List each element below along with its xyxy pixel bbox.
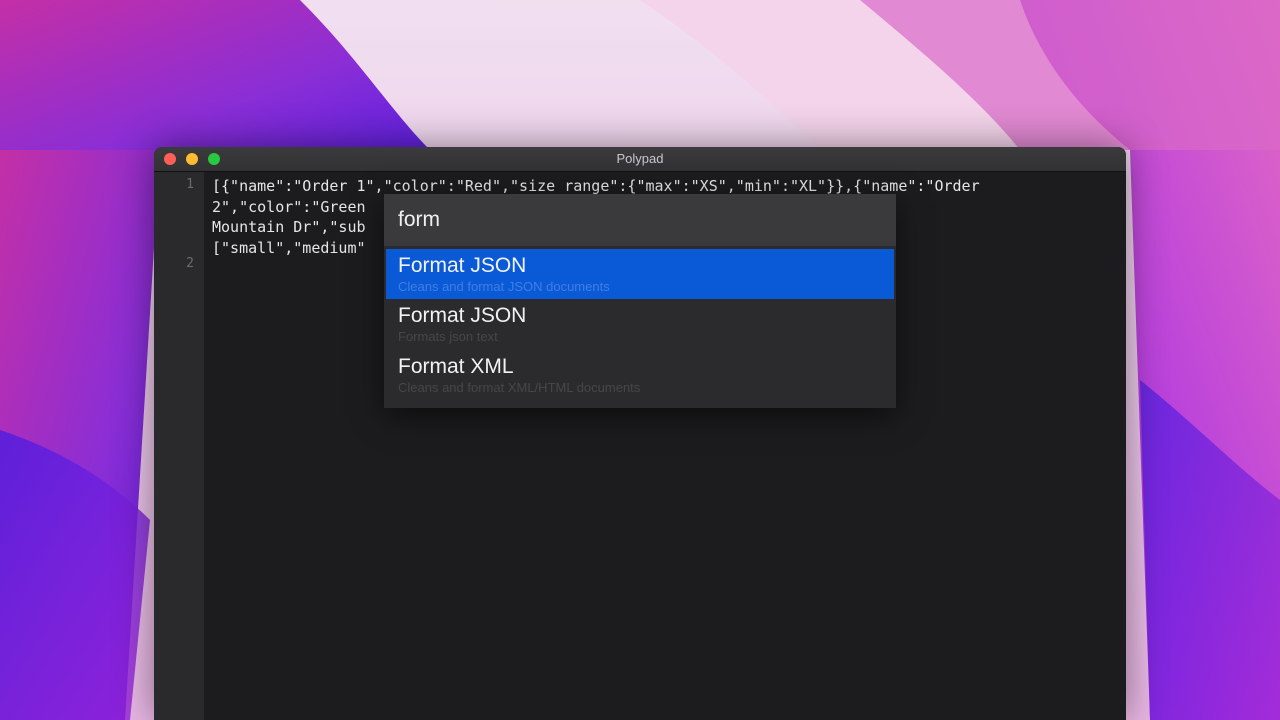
command-result-description: Cleans and format XML/HTML documents xyxy=(398,380,641,395)
line-number: 1 xyxy=(186,177,194,192)
command-result-description: Cleans and format JSON documents xyxy=(398,279,610,294)
line-number: 2 xyxy=(186,256,194,271)
command-result-title: Format XML xyxy=(398,355,514,378)
command-result-title: Format JSON xyxy=(398,254,527,277)
command-result-description: Formats json text xyxy=(398,329,498,344)
command-result-format-json[interactable]: Format JSON Cleans and format JSON docum… xyxy=(386,249,894,299)
command-result-format-json-text[interactable]: Format JSON Formats json text xyxy=(386,299,894,349)
title-bar[interactable]: Polypad xyxy=(154,147,1126,172)
line-number-gutter: 1 2 xyxy=(154,172,204,720)
window-title: Polypad xyxy=(616,151,664,166)
command-search-input[interactable] xyxy=(384,194,896,246)
command-palette: Format JSON Cleans and format JSON docum… xyxy=(384,194,896,408)
command-result-format-xml[interactable]: Format XML Cleans and format XML/HTML do… xyxy=(386,350,894,400)
command-result-title: Format JSON xyxy=(398,304,527,327)
